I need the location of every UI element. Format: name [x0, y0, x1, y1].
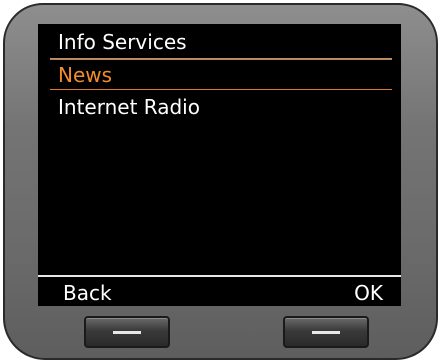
menu-item-news[interactable]: News [58, 63, 112, 87]
left-softkey-button[interactable] [84, 316, 170, 348]
display-screen: Info Services News Internet Radio Back O… [38, 24, 401, 306]
selection-top-line [50, 59, 392, 60]
softkey-back-label[interactable]: Back [63, 281, 112, 305]
right-softkey-button[interactable] [283, 316, 369, 348]
menu-item-internet-radio[interactable]: Internet Radio [58, 95, 200, 119]
softkey-ok-label[interactable]: OK [354, 281, 383, 305]
dash-icon [113, 331, 141, 334]
dash-icon [312, 331, 340, 334]
softkey-divider [38, 275, 401, 277]
screen-title: Info Services [58, 30, 187, 54]
selection-bottom-line [50, 89, 392, 90]
